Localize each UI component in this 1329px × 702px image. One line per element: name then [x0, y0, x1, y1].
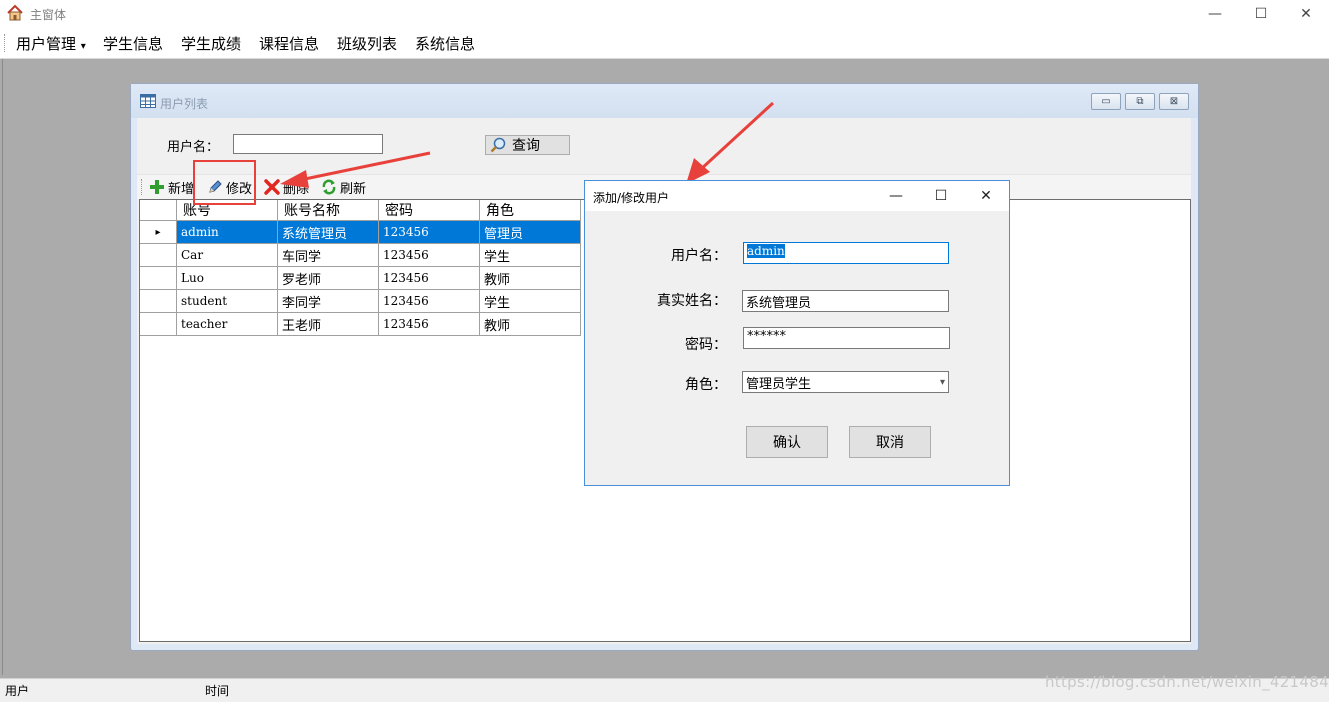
close-icon: ✕ — [980, 188, 992, 204]
username-value: admin — [747, 244, 785, 258]
dialog-maximize-button[interactable]: ☐ — [918, 181, 964, 211]
password-field[interactable]: ****** — [743, 327, 950, 349]
realname-label: 真实姓名： — [657, 293, 727, 309]
arrow-to-edit-icon — [280, 151, 431, 188]
role-label: 角色： — [685, 377, 727, 393]
cancel-button[interactable]: 取消 — [849, 426, 931, 458]
add-edit-user-dialog: 添加/修改用户 — ☐ ✕ 用户名： admin 真实姓名： 系统管理员 密码：… — [584, 180, 1010, 486]
role-select[interactable]: 管理员学生 ▾ — [742, 371, 949, 393]
dialog-title: 添加/修改用户 — [593, 191, 670, 205]
dialog-close-button[interactable]: ✕ — [963, 181, 1009, 211]
username-field[interactable]: admin — [743, 242, 949, 264]
role-value: 管理员学生 — [746, 376, 812, 392]
dialog-minimize-button[interactable]: — — [873, 181, 919, 211]
chevron-down-icon: ▾ — [939, 376, 945, 388]
confirm-button[interactable]: 确认 — [746, 426, 828, 458]
minimize-icon: — — [889, 188, 903, 204]
dialog-titlebar: 添加/修改用户 — ☐ ✕ — [585, 181, 1009, 211]
maximize-icon: ☐ — [934, 188, 948, 204]
watermark-text: https://blog.csdn.net/weixin_42148410 — [1045, 673, 1329, 691]
username-label: 用户名： — [671, 248, 727, 264]
realname-field[interactable]: 系统管理员 — [742, 290, 949, 312]
password-label: 密码： — [685, 337, 727, 353]
arrow-to-dialog-icon — [686, 101, 775, 184]
status-time-label: 时间 — [205, 684, 230, 698]
status-user-label: 用户 — [5, 684, 30, 698]
